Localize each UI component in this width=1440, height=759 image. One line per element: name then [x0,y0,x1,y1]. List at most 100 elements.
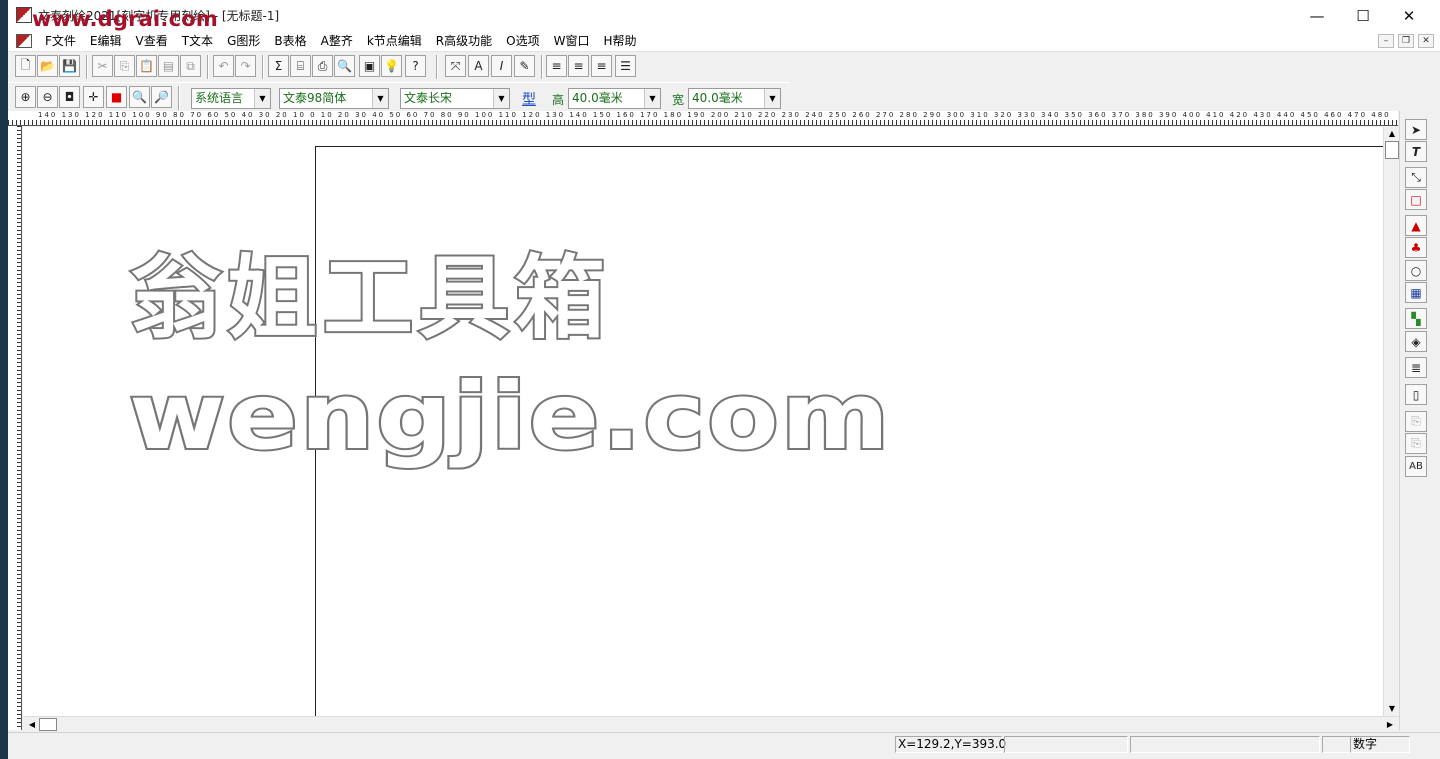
cut-icon[interactable]: ✂ [92,55,113,77]
ab-text-icon[interactable]: AB [1405,456,1427,477]
paste-icon[interactable]: 📋 [136,55,157,77]
copy-icon[interactable]: ⎘ [114,55,135,77]
menu-view[interactable]: V查看 [129,33,175,49]
table-icon[interactable]: ▦ [1405,282,1427,303]
close-button[interactable]: ✕ [1386,0,1432,31]
menu-window[interactable]: W窗口 [547,33,597,49]
type-button[interactable]: 型 [522,89,536,109]
node-tool-icon[interactable]: ⤡ [1405,167,1427,188]
zoom-out-icon[interactable]: ⊖ [37,86,58,108]
tool-palette: ➤ T ⤡ □ ▲ ♣ ○ ▦ ▚ ◈ ≣ ▯ ⎘ ⎘ AB [1399,111,1432,731]
menu-edit[interactable]: E编辑 [83,33,129,49]
scroll-left-icon[interactable]: ◀ [25,717,39,732]
paste-special-icon[interactable]: ▤ [158,55,179,77]
shape-fill-icon[interactable]: ▲ [1405,215,1427,236]
maximize-button[interactable]: ☐ [1340,0,1386,31]
text-frame-icon[interactable]: A [468,55,489,77]
text-flow-icon[interactable]: Σ [268,55,289,77]
copy-style-icon[interactable]: ⎘ [1405,411,1427,432]
scroll-right-icon[interactable]: ▶ [1383,717,1397,732]
page-setup-icon[interactable]: ▣ [359,55,380,77]
justify-icon[interactable]: ☰ [615,55,636,77]
color-palette-icon[interactable]: ▚ [1405,308,1427,329]
menu-file[interactable]: F文件 [38,33,83,49]
zoom-page-icon[interactable]: 🔍 [129,86,150,108]
height-label: 高 [552,93,565,107]
page-icon[interactable]: ▯ [1405,384,1427,405]
toolbar-separator [541,55,543,79]
font-cn-select[interactable]: 文泰98简体 ▼ [279,88,389,109]
edit-text-icon[interactable]: ✎ [514,55,535,77]
node-edit-icon[interactable]: ⤧ [445,55,466,77]
chevron-down-icon[interactable]: ▼ [764,89,780,108]
vertical-scroll-thumb[interactable] [1385,141,1399,159]
scroll-up-icon[interactable]: ▲ [1384,127,1400,141]
menu-options[interactable]: O选项 [499,33,546,49]
doc-restore-button[interactable]: ❐ [1398,34,1414,48]
menu-text[interactable]: T文本 [175,33,220,49]
italic-icon[interactable]: I [491,55,512,77]
font-style-select[interactable]: 文泰长宋 ▼ [400,88,510,109]
toolbar-separator [436,55,438,79]
width-input[interactable]: 40.0毫米 ▼ [688,88,781,109]
status-cell-empty [1130,736,1320,753]
align-right-icon[interactable]: ≡ [591,55,612,77]
horizontal-scroll-thumb[interactable] [39,718,57,731]
chevron-down-icon[interactable]: ▼ [372,89,388,108]
print-icon[interactable]: ⎙ [312,55,333,77]
rectangle-icon[interactable]: □ [1405,189,1427,210]
document-icon[interactable] [16,34,32,48]
scroll-down-icon[interactable]: ▼ [1384,702,1400,716]
hint-icon[interactable]: 💡 [381,55,402,77]
pointer-icon[interactable]: ➤ [1405,119,1427,140]
stop-icon[interactable]: ■ [106,86,127,108]
mdi-controls: – ❐ ✕ [1378,34,1434,48]
chevron-down-icon[interactable]: ▼ [254,89,270,108]
minimize-button[interactable]: — [1294,0,1340,31]
zoom-in-icon[interactable]: ⊕ [15,86,36,108]
watermark-chinese: 翁姐工具箱 [129,244,611,353]
ellipse-icon[interactable]: ○ [1405,260,1427,281]
app-logo-icon[interactable] [16,7,32,23]
height-value: 40.0毫米 [572,91,623,105]
chevron-down-icon[interactable]: ▼ [644,89,660,108]
horizontal-ruler: 140 130 120 110 100 90 80 70 60 50 40 30… [8,111,1398,126]
paste-style-icon[interactable]: ⎘ [1405,433,1427,454]
open-icon[interactable]: 📂 [37,55,58,77]
doc-close-button[interactable]: ✕ [1418,34,1434,48]
redo-icon[interactable]: ↷ [235,55,256,77]
undo-icon[interactable]: ↶ [213,55,234,77]
zoom-select-icon[interactable]: 🔎 [151,86,172,108]
doc-minimize-button[interactable]: – [1378,34,1394,48]
drawing-canvas[interactable]: 翁姐工具箱 wengjie.com [23,127,1383,716]
horizontal-scrollbar[interactable]: ◀ ▶ [23,716,1399,731]
vertical-scrollbar[interactable]: ▲ ▼ [1383,127,1399,716]
print-preview-icon[interactable]: 🔍 [334,55,355,77]
vertical-text-icon[interactable]: ⌸ [290,55,311,77]
align-center-icon[interactable]: ≡ [568,55,589,77]
pan-icon[interactable]: ✛ [83,86,104,108]
chevron-down-icon[interactable]: ▼ [493,89,509,108]
menu-node-edit[interactable]: k节点编辑 [360,33,429,49]
menu-table[interactable]: B表格 [267,33,313,49]
color-fill-icon[interactable]: ♣ [1405,237,1427,258]
language-select[interactable]: 系统语言 ▼ [191,88,271,109]
save-icon[interactable]: 💾 [59,55,80,77]
text-tool-icon[interactable]: T [1405,141,1427,162]
menu-graphics[interactable]: G图形 [220,33,267,49]
language-value: 系统语言 [195,91,244,105]
zoom-fit-icon[interactable]: ◘ [59,86,80,108]
paint-bucket-icon[interactable]: ◈ [1405,331,1427,352]
align-left-icon[interactable]: ≡ [546,55,567,77]
toolbar-separator [262,55,264,79]
menu-help[interactable]: H帮助 [596,33,643,49]
menu-align[interactable]: A整齐 [314,33,360,49]
paragraph-icon[interactable]: ≣ [1405,357,1427,378]
help-icon[interactable]: ? [405,55,426,77]
toolbar-separator [207,55,209,79]
new-icon[interactable]: 🗋 [15,55,36,77]
menu-advanced[interactable]: R高级功能 [429,33,499,49]
clone-icon[interactable]: ⧉ [180,55,201,77]
height-input[interactable]: 40.0毫米 ▼ [568,88,661,109]
font-cn-value: 文泰98简体 [283,91,347,105]
